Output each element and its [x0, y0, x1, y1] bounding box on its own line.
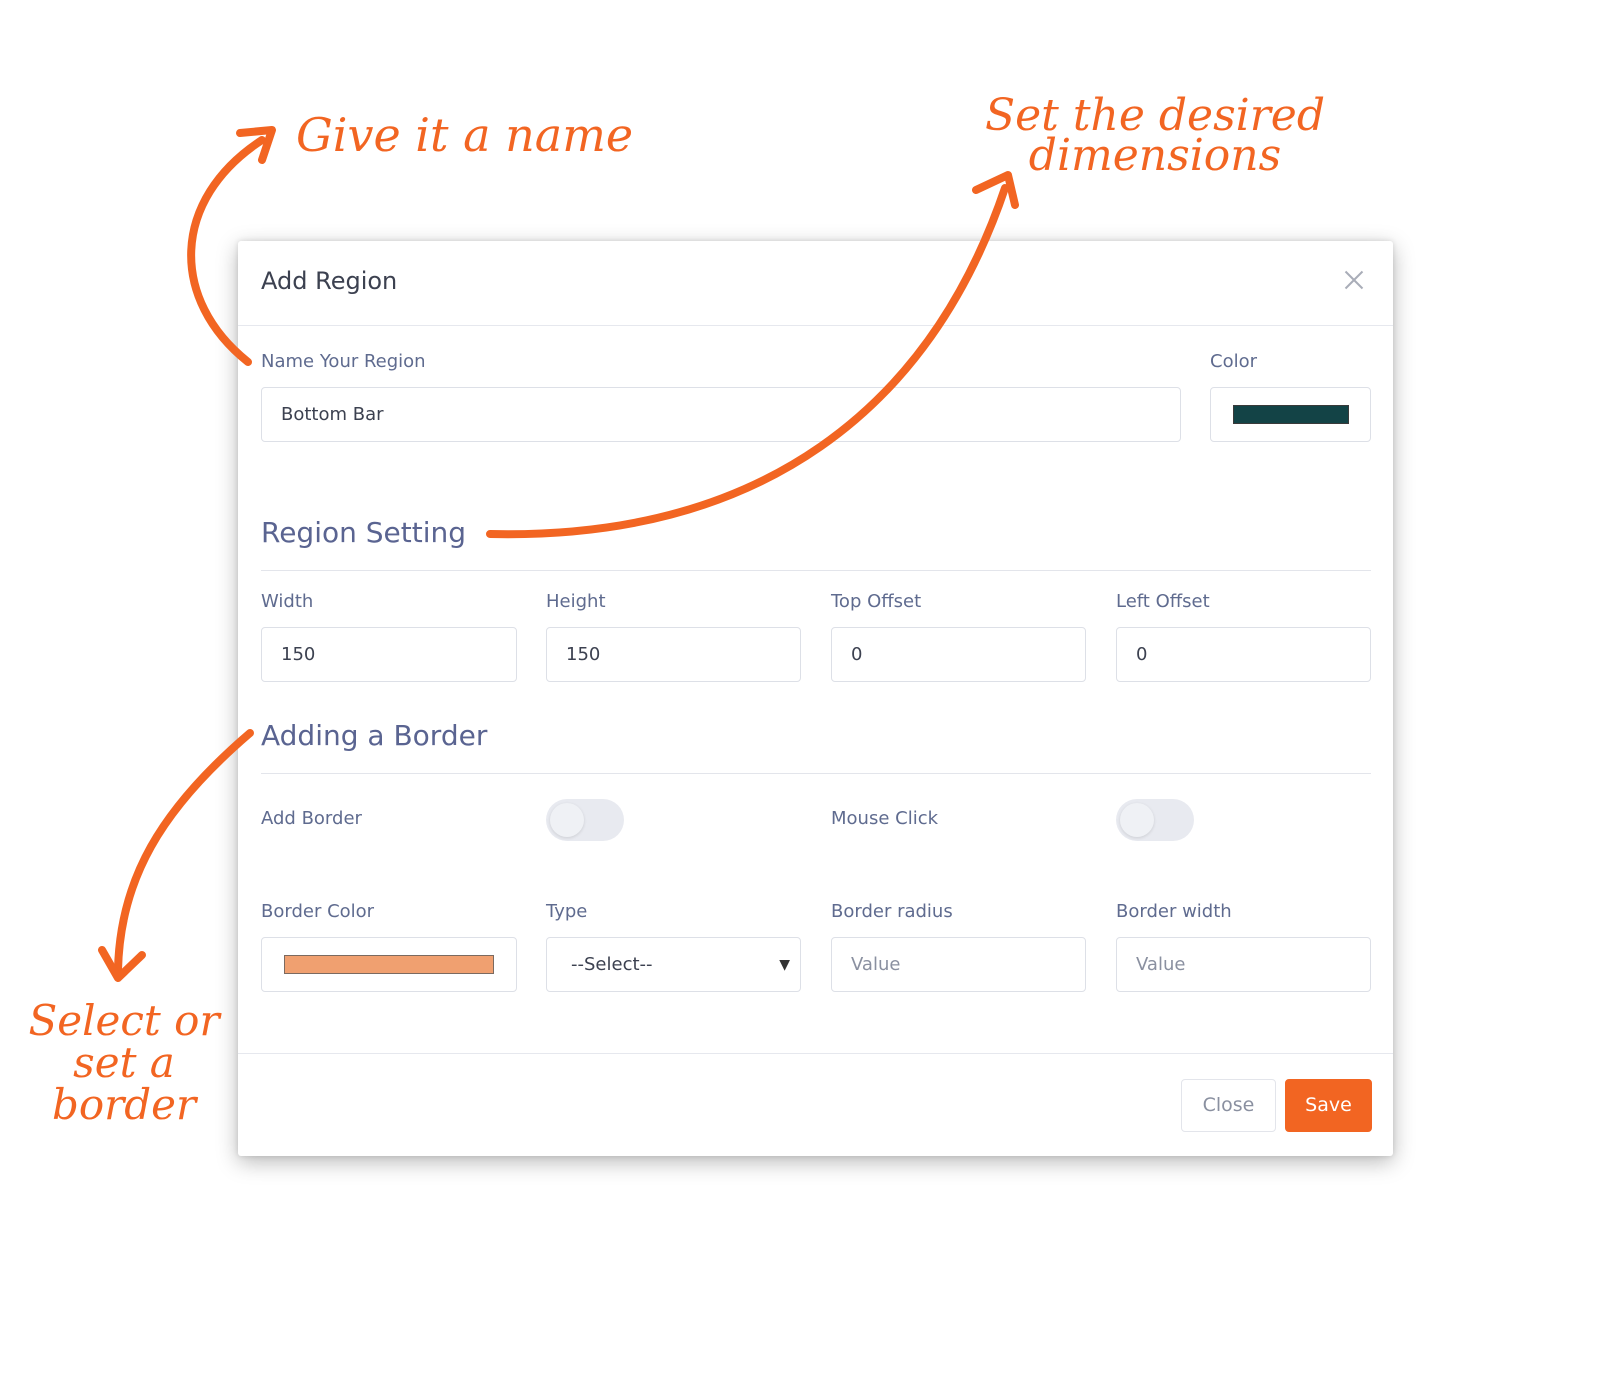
annotation-border-line1: Select or [28, 996, 220, 1045]
color-swatch [1233, 405, 1349, 424]
save-button[interactable]: Save [1285, 1079, 1372, 1132]
border-color-swatch [284, 955, 494, 974]
border-radius-label: Border radius [831, 901, 953, 922]
adding-border-title: Adding a Border [261, 719, 488, 752]
annotation-give-name: Give it a name [296, 108, 634, 162]
toggle-knob [550, 803, 584, 837]
annotation-select-border: Select or set a border [24, 1000, 224, 1126]
border-divider [261, 773, 1371, 774]
type-select[interactable]: --Select-- ▼ [546, 937, 801, 992]
mouse-click-toggle[interactable] [1116, 799, 1194, 841]
height-input[interactable]: 150 [546, 627, 801, 682]
close-icon[interactable] [1341, 267, 1367, 293]
arrowhead-dimensions [972, 171, 1019, 209]
add-region-modal: Add Region Name Your Region Bottom Bar C… [238, 241, 1393, 1156]
toggle-knob [1120, 803, 1154, 837]
add-border-toggle[interactable] [546, 799, 624, 841]
border-color-label: Border Color [261, 901, 375, 922]
left-offset-input[interactable]: 0 [1116, 627, 1371, 682]
mouse-click-label: Mouse Click [831, 808, 939, 829]
arrowhead-border [98, 946, 146, 982]
left-offset-label: Left Offset [1116, 591, 1210, 612]
region-name-input[interactable]: Bottom Bar [261, 387, 1181, 442]
width-label: Width [261, 591, 314, 612]
border-color-picker[interactable] [261, 937, 517, 992]
type-label: Type [546, 901, 588, 922]
border-width-label: Border width [1116, 901, 1232, 922]
region-setting-divider [261, 570, 1371, 571]
type-select-value: --Select-- [571, 954, 653, 975]
color-label: Color [1210, 351, 1257, 372]
annotation-dims-line2: dimensions [1028, 130, 1282, 181]
arrow-to-border [114, 729, 254, 974]
width-input[interactable]: 150 [261, 627, 517, 682]
region-setting-title: Region Setting [261, 516, 467, 549]
border-width-input[interactable]: Value [1116, 937, 1371, 992]
modal-footer-divider [238, 1053, 1393, 1054]
annotation-border-line3: border [51, 1080, 197, 1129]
arrowhead-name [236, 126, 276, 164]
region-name-label: Name Your Region [261, 351, 426, 372]
color-picker[interactable] [1210, 387, 1371, 442]
annotation-border-line2: set a [73, 1038, 175, 1087]
chevron-down-icon: ▼ [779, 957, 790, 973]
add-border-label: Add Border [261, 808, 362, 829]
border-radius-input[interactable]: Value [831, 937, 1086, 992]
height-label: Height [546, 591, 606, 612]
top-offset-label: Top Offset [831, 591, 922, 612]
modal-header: Add Region [238, 241, 1393, 326]
modal-title: Add Region [261, 267, 398, 295]
annotation-set-dimensions: Set the desired dimensions [985, 94, 1325, 181]
top-offset-input[interactable]: 0 [831, 627, 1086, 682]
close-button[interactable]: Close [1181, 1079, 1276, 1132]
